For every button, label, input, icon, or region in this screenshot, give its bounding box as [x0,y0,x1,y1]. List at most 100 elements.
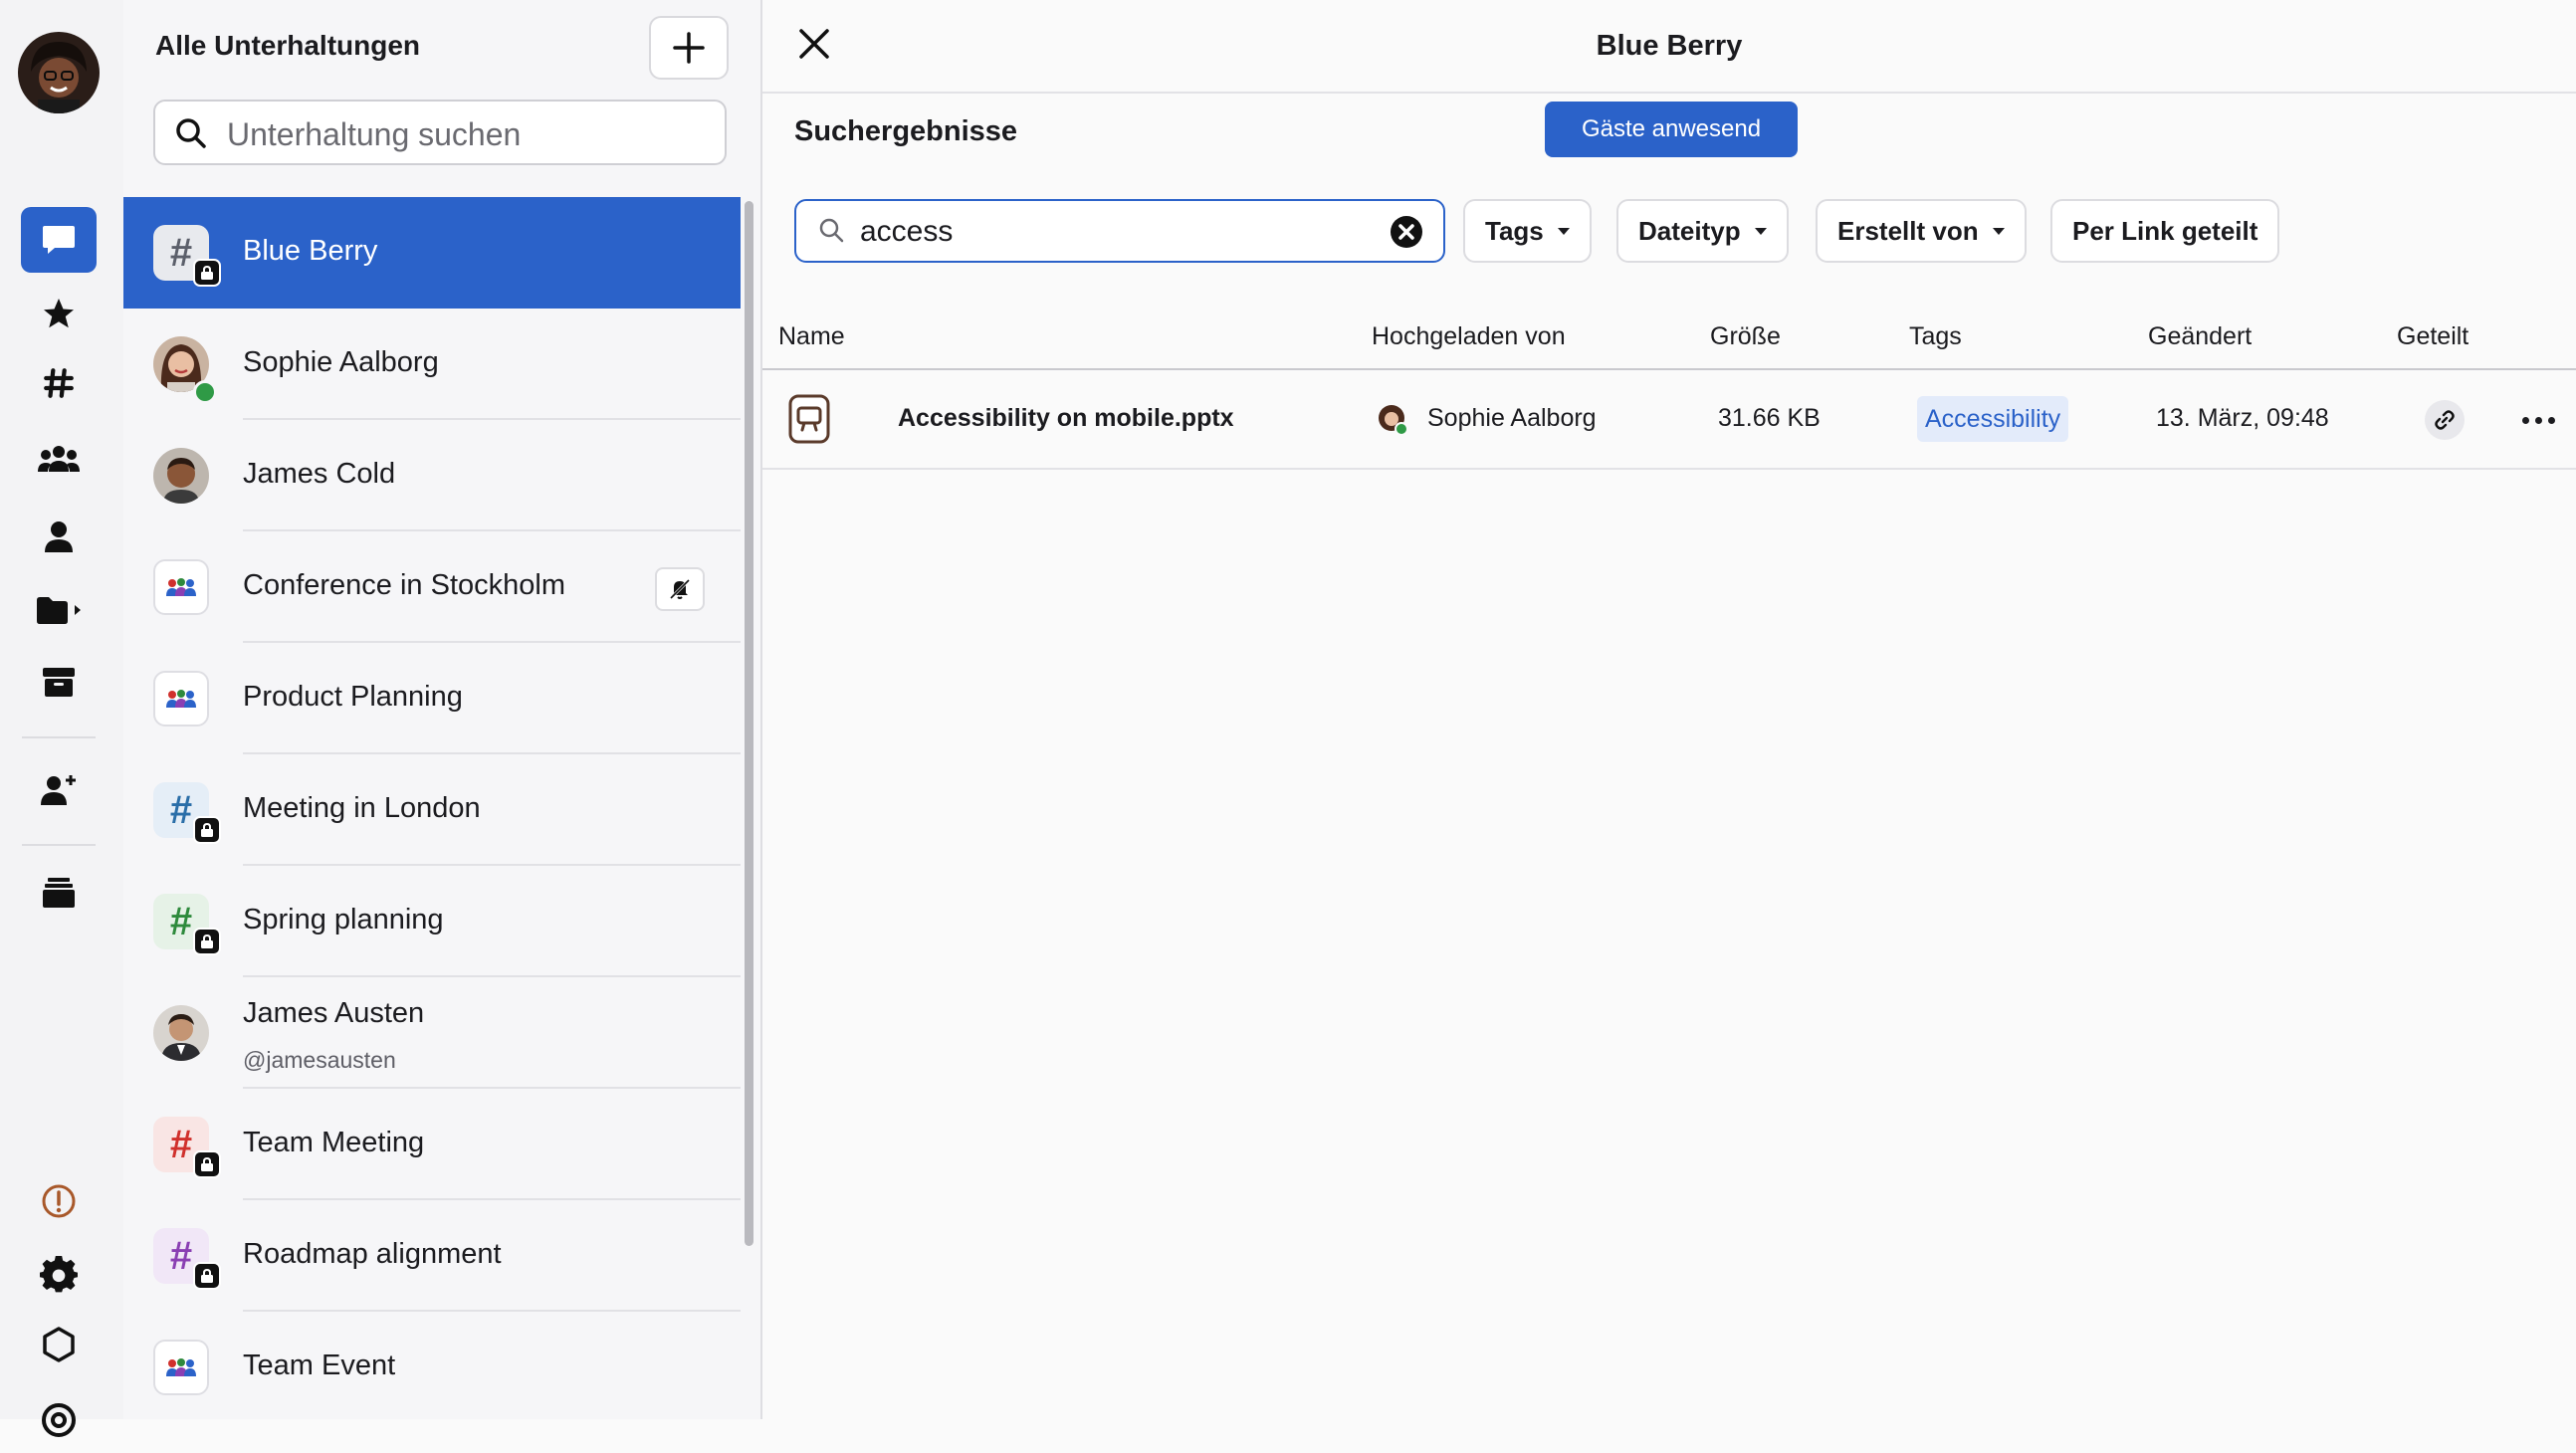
created-by-filter-button[interactable]: Erstellt von [1816,199,2027,263]
more-options-button[interactable] [2514,404,2562,436]
tag-chip[interactable]: Accessibility [1917,396,2069,442]
conversation-name: Meeting in London [243,792,481,824]
new-conversation-button[interactable] [649,16,729,80]
uploader-name: Sophie Aalborg [1427,404,1597,432]
column-header-modified[interactable]: Geändert [2148,322,2252,351]
group-avatar [153,671,209,726]
conversation-item[interactable]: James Cold [123,420,741,531]
column-header-name[interactable]: Name [778,322,845,351]
search-icon [819,218,844,243]
conversation-name: Spring planning [243,904,444,935]
link-icon [2435,410,2455,430]
star-icon [44,299,74,328]
stack-nav-button[interactable] [21,860,97,926]
chats-icon [43,226,75,254]
avatar [153,1005,209,1061]
groups-nav-button[interactable] [21,426,97,492]
channels-nav-button[interactable] [21,350,97,416]
lock-icon [193,1262,221,1290]
avatar [1379,405,1408,436]
rail-divider [22,844,96,846]
conversation-item[interactable]: # Meeting in London [123,754,741,866]
alert-icon [42,1184,76,1218]
group-avatar [153,559,209,615]
plus-icon [673,32,705,64]
group-icon [166,578,196,596]
row-divider [762,468,2576,470]
chats-nav-button[interactable] [21,207,97,273]
caret-down-icon [1992,227,2005,235]
conversation-item[interactable]: Product Planning [123,643,741,754]
person-icon [45,521,73,552]
group-icon [166,1358,196,1376]
archive-nav-button[interactable] [21,649,97,715]
help-nav-button[interactable] [21,1387,97,1453]
conversation-list-pane: Alle Unterhaltungen Unterhaltung suchen … [123,0,762,1419]
favorites-nav-button[interactable] [21,281,97,346]
conversation-item[interactable]: Conference in Stockholm [123,531,741,643]
conversation-item[interactable]: Team Event [123,1312,741,1423]
header: Blue Berry [762,0,2576,94]
conversation-name: Product Planning [243,681,463,713]
conversation-name: Conference in Stockholm [243,569,565,601]
integrations-nav-button[interactable] [21,1312,97,1377]
avatar [153,448,209,504]
clear-icon[interactable] [1390,215,1423,249]
file-name[interactable]: Accessibility on mobile.pptx [898,404,1234,433]
add-contact-icon [41,775,76,805]
lock-icon [193,1150,221,1178]
group-icon [166,690,196,708]
conversation-name: Team Event [243,1349,396,1381]
search-icon [176,118,206,148]
lock-icon [193,928,221,955]
conversation-name: Sophie Aalborg [243,346,439,378]
shared-link-filter-button[interactable]: Per Link geteilt [2050,199,2280,263]
rail-divider [22,736,96,738]
status-nav-button[interactable] [21,1168,97,1234]
contacts-nav-button[interactable] [21,504,97,569]
online-indicator [193,380,217,404]
caret-down-icon [1557,227,1570,235]
conversation-item[interactable]: # Roadmap alignment [123,1200,741,1312]
guests-present-badge[interactable]: Gäste anwesend [1545,102,1798,157]
group-icon [38,446,80,472]
invite-nav-button[interactable] [21,756,97,822]
column-header-size[interactable]: Größe [1710,322,1781,351]
conversation-handle: @jamesausten [243,1047,396,1073]
conversation-item[interactable]: Sophie Aalborg [123,309,741,420]
file-search-input[interactable]: access [794,199,1445,263]
search-value: access [860,215,954,248]
filter-label: Dateityp [1638,215,1741,246]
column-header-uploaded-by[interactable]: Hochgeladen von [1372,322,1566,351]
muted-icon[interactable] [655,567,705,611]
presentation-file-icon [788,394,830,444]
conversation-item[interactable]: # Spring planning [123,866,741,977]
folder-icon [37,597,81,624]
conversation-item[interactable]: James Austen @jamesausten [123,977,741,1089]
stack-icon [43,878,75,908]
more-dot [2547,416,2555,424]
column-header-tags[interactable]: Tags [1909,322,1962,351]
search-placeholder: Unterhaltung suchen [227,116,522,152]
conversation-item[interactable]: # Blue Berry [123,197,741,309]
conversation-item[interactable]: # Team Meeting [123,1089,741,1200]
main-pane: Blue Berry Gäste anwesend Suchergebnisse… [762,0,2576,1419]
filetype-filter-button[interactable]: Dateityp [1616,199,1789,263]
list-scrollbar[interactable] [745,201,753,1246]
folders-nav-button[interactable] [21,577,97,643]
column-header-shared[interactable]: Geteilt [2397,322,2469,351]
archive-icon [43,668,75,697]
table-header-divider [762,368,2576,370]
file-size: 31.66 KB [1718,404,1821,432]
conversation-name: Team Meeting [243,1127,425,1158]
conversation-search-input[interactable]: Unterhaltung suchen [153,100,727,165]
lifebuoy-icon [42,1403,76,1437]
results-title: Suchergebnisse [794,115,1018,147]
lock-icon [193,259,221,287]
settings-nav-button[interactable] [21,1242,97,1308]
shared-link-button[interactable] [2425,400,2465,440]
conversation-name: James Austen [243,997,425,1029]
tags-filter-button[interactable]: Tags [1463,199,1592,263]
user-avatar[interactable] [18,32,100,113]
conversation-name: James Cold [243,458,396,490]
